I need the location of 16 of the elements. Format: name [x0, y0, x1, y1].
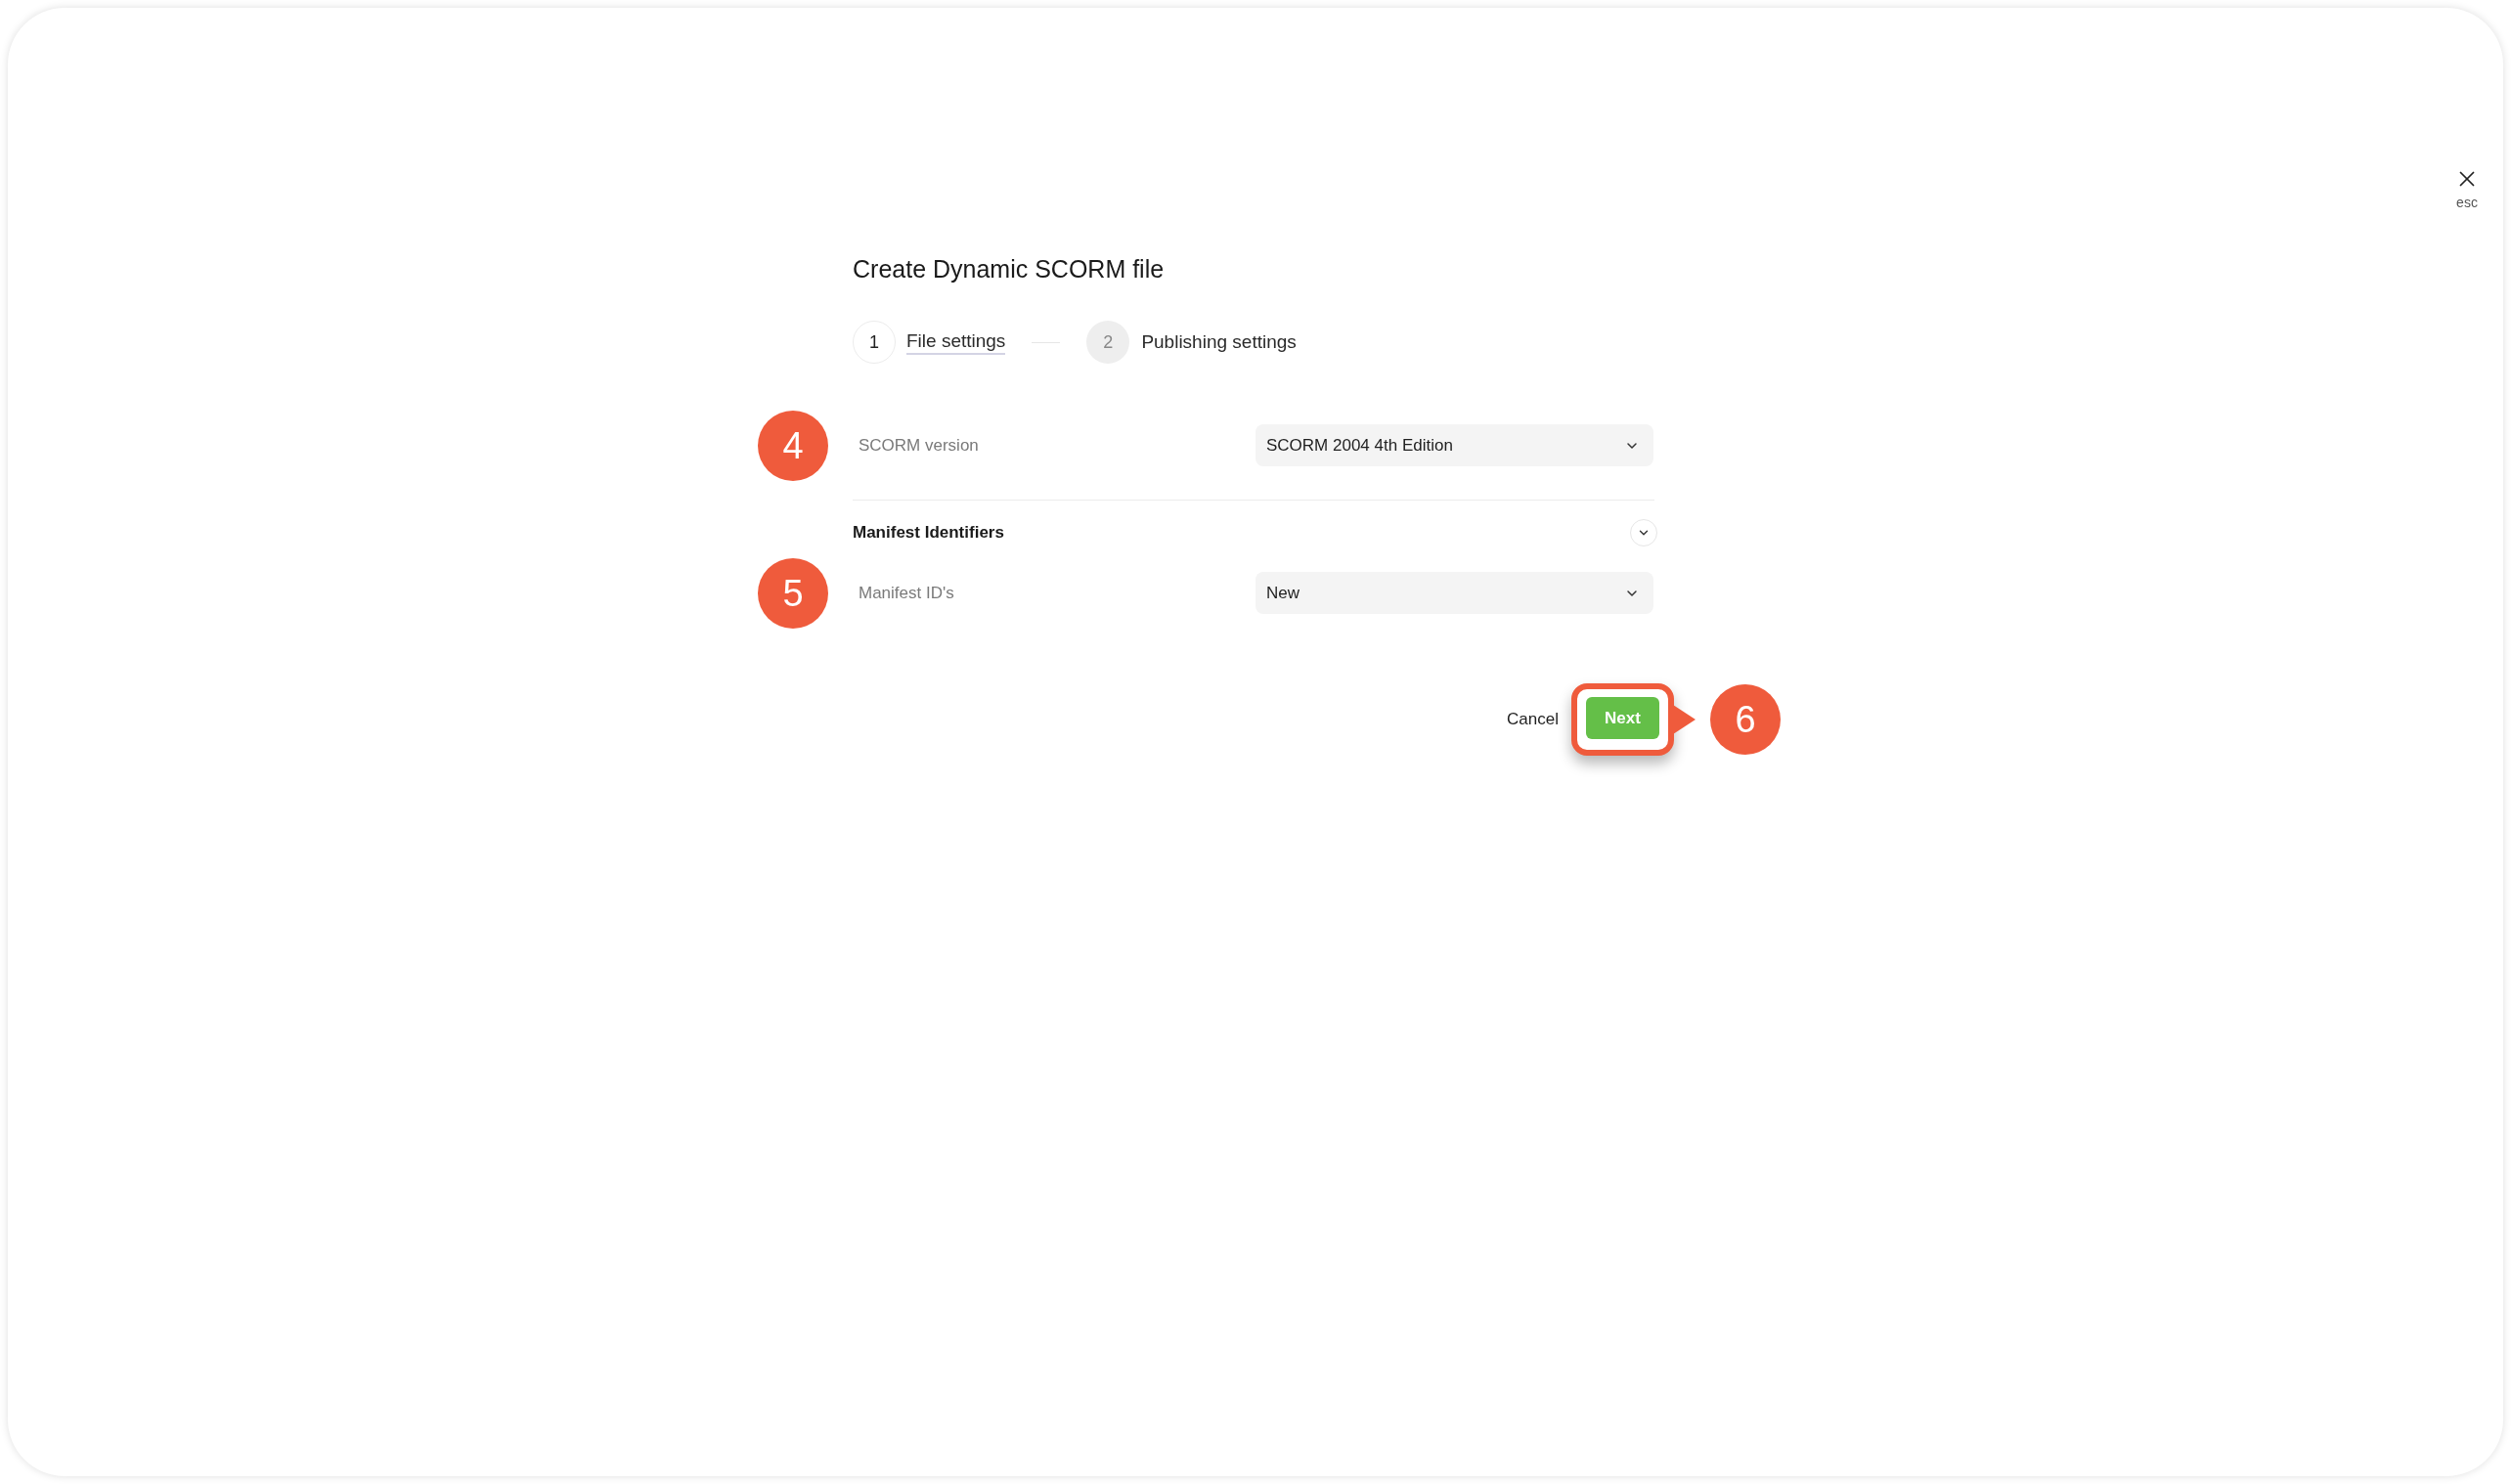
dialog-title: Create Dynamic SCORM file	[853, 254, 1166, 284]
step-number: 1	[853, 321, 896, 364]
annotation-marker: 4	[758, 410, 828, 481]
section-title: Manifest Identifiers	[853, 522, 1004, 545]
field-label: SCORM version	[859, 435, 979, 455]
select-dropdown[interactable]: New	[1256, 572, 1653, 614]
section-toggle[interactable]	[1630, 519, 1657, 546]
cancel-button[interactable]: Cancel	[1507, 707, 1559, 732]
select-dropdown[interactable]: SCORM 2004 4th Edition	[1256, 424, 1653, 466]
step-number: 2	[1086, 321, 1130, 364]
field-label: Manifest ID's	[859, 583, 954, 602]
step-link[interactable]: Publishing settings	[1141, 330, 1297, 354]
annotation-marker: 6	[1710, 684, 1781, 755]
annotation-marker: 5	[758, 557, 828, 629]
close-button[interactable]: esc	[2454, 166, 2480, 211]
step-link[interactable]: File settings	[906, 329, 1006, 355]
